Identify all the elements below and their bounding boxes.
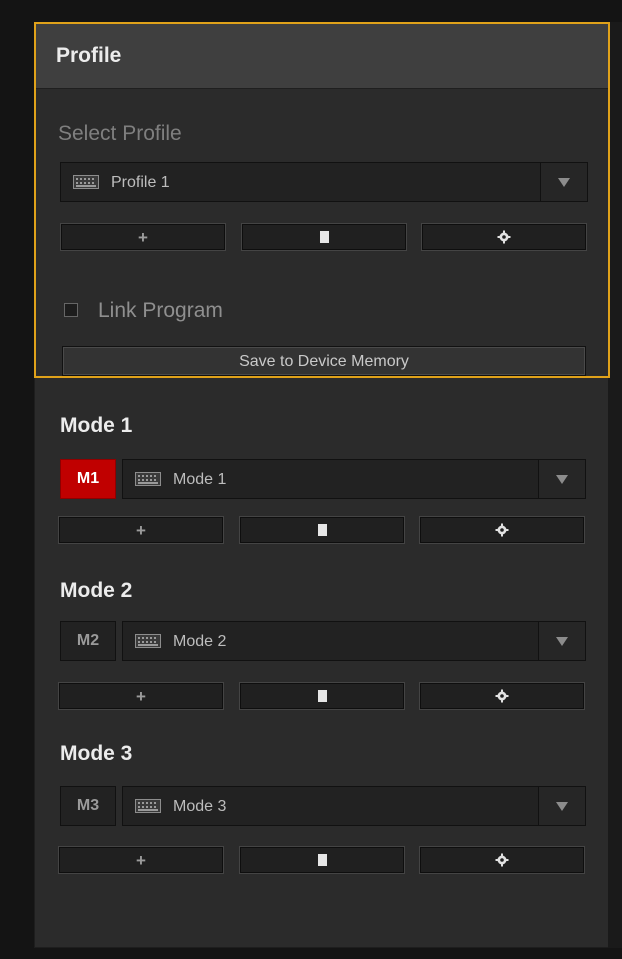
gear-icon xyxy=(495,523,509,537)
mode-3-title: Mode 3 xyxy=(60,742,133,765)
mode-1-badge[interactable]: M1 xyxy=(60,459,116,499)
keyboard-icon xyxy=(135,634,161,648)
link-program-checkbox[interactable] xyxy=(64,303,78,317)
trash-icon xyxy=(318,854,327,866)
mode-3-add-button[interactable]: + xyxy=(58,846,224,874)
keyboard-icon xyxy=(135,472,161,486)
trash-icon xyxy=(320,231,329,243)
plus-icon: + xyxy=(136,687,146,706)
profile-dropdown[interactable]: Profile 1 xyxy=(60,162,588,202)
mode-3-delete-button[interactable] xyxy=(239,846,405,874)
mode-1-dropdown-value: Mode 1 xyxy=(173,471,227,488)
mode-1-title: Mode 1 xyxy=(60,414,133,437)
mode-2-badge[interactable]: M2 xyxy=(60,621,116,661)
mode-2-delete-button[interactable] xyxy=(239,682,405,710)
mode-3-settings-button[interactable] xyxy=(419,846,585,874)
panel-divider xyxy=(608,22,622,948)
profile-header: Profile xyxy=(36,24,608,89)
dropdown-arrow-button[interactable] xyxy=(538,787,585,825)
profile-settings-button[interactable] xyxy=(421,223,587,251)
link-program-label: Link Program xyxy=(98,299,223,322)
gear-icon xyxy=(495,853,509,867)
plus-icon: + xyxy=(136,851,146,870)
mode-2-dropdown[interactable]: Mode 2 xyxy=(122,621,586,661)
chevron-down-icon xyxy=(558,178,570,187)
mode-2-title: Mode 2 xyxy=(60,579,133,602)
keyboard-icon xyxy=(73,175,99,189)
add-profile-button[interactable]: + xyxy=(60,223,226,251)
mode-3-badge[interactable]: M3 xyxy=(60,786,116,826)
trash-icon xyxy=(318,524,327,536)
mode-1-dropdown[interactable]: Mode 1 xyxy=(122,459,586,499)
dropdown-arrow-button[interactable] xyxy=(540,163,587,201)
chevron-down-icon xyxy=(556,802,568,811)
chevron-down-icon xyxy=(556,475,568,484)
save-to-device-memory-button[interactable]: Save to Device Memory xyxy=(62,346,586,376)
mode-1-add-button[interactable]: + xyxy=(58,516,224,544)
mode-1-settings-button[interactable] xyxy=(419,516,585,544)
gear-icon xyxy=(497,230,511,244)
plus-icon: + xyxy=(136,521,146,540)
plus-icon: + xyxy=(138,228,148,247)
mode-2-add-button[interactable]: + xyxy=(58,682,224,710)
keyboard-icon xyxy=(135,799,161,813)
select-profile-label: Select Profile xyxy=(58,122,182,145)
profile-dropdown-value: Profile 1 xyxy=(111,174,170,191)
trash-icon xyxy=(318,690,327,702)
mode-2-dropdown-value: Mode 2 xyxy=(173,633,227,650)
dropdown-arrow-button[interactable] xyxy=(538,622,585,660)
gear-icon xyxy=(495,689,509,703)
save-button-label: Save to Device Memory xyxy=(239,353,409,370)
mode-2-settings-button[interactable] xyxy=(419,682,585,710)
profile-title: Profile xyxy=(56,44,122,67)
dropdown-arrow-button[interactable] xyxy=(538,460,585,498)
mode-3-dropdown-value: Mode 3 xyxy=(173,798,227,815)
mode-1-delete-button[interactable] xyxy=(239,516,405,544)
delete-profile-button[interactable] xyxy=(241,223,407,251)
profile-section: Profile Select Profile Profile 1 + Link … xyxy=(34,22,610,378)
chevron-down-icon xyxy=(556,637,568,646)
mode-3-dropdown[interactable]: Mode 3 xyxy=(122,786,586,826)
